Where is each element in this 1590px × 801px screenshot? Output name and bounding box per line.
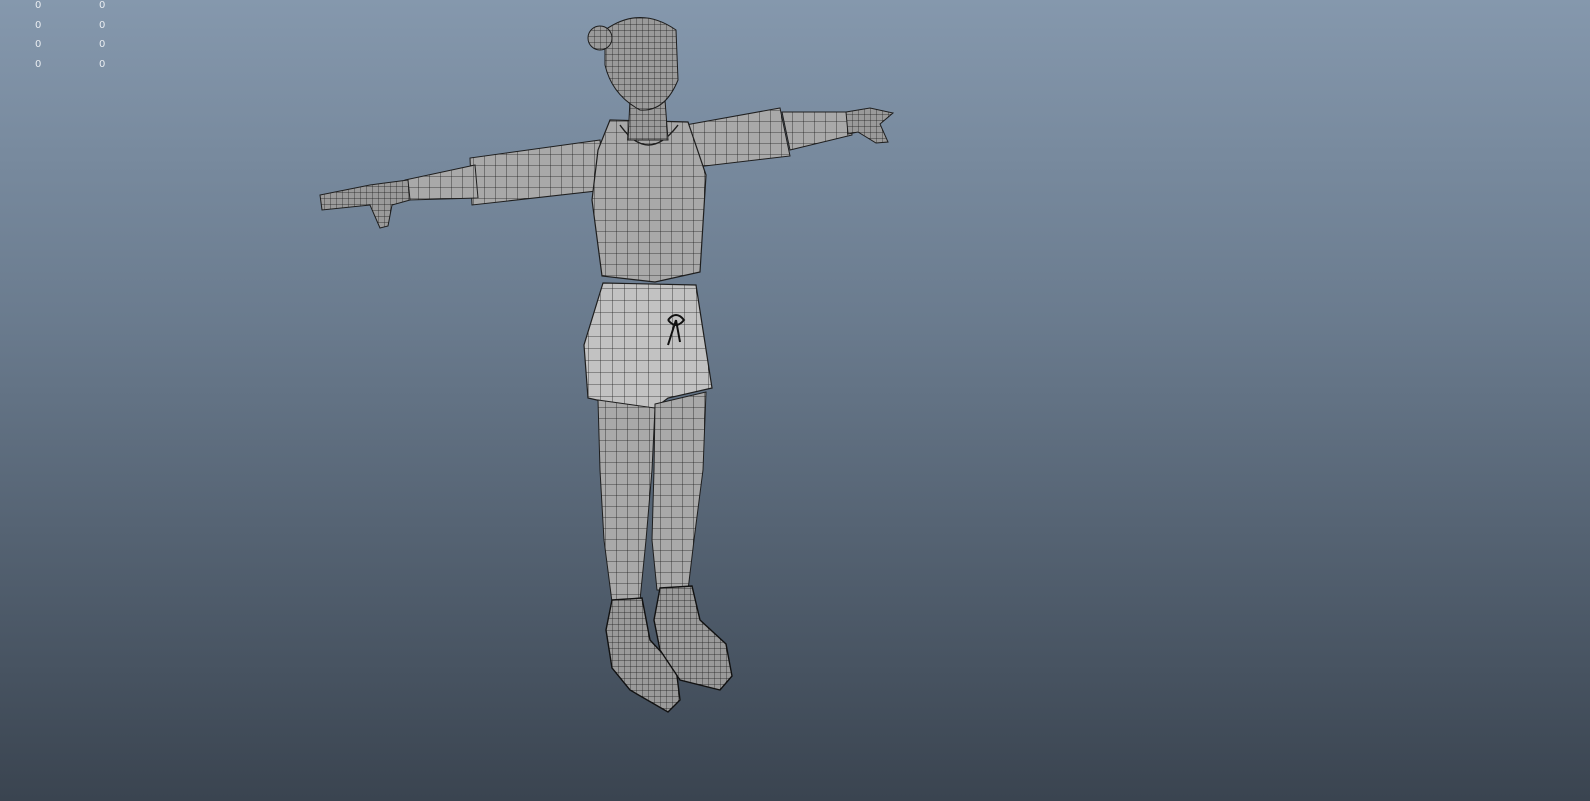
legs[interactable] <box>597 391 707 603</box>
shorts[interactable] <box>583 282 713 409</box>
left-arm[interactable] <box>319 139 606 229</box>
character-mesh[interactable] <box>0 0 1590 801</box>
torso[interactable] <box>591 119 707 283</box>
right-arm[interactable] <box>679 107 895 169</box>
3d-viewport[interactable]: 0 0 0 0 0 0 0 0 <box>0 0 1590 801</box>
ice-skates[interactable] <box>605 585 733 713</box>
head[interactable] <box>587 17 679 141</box>
